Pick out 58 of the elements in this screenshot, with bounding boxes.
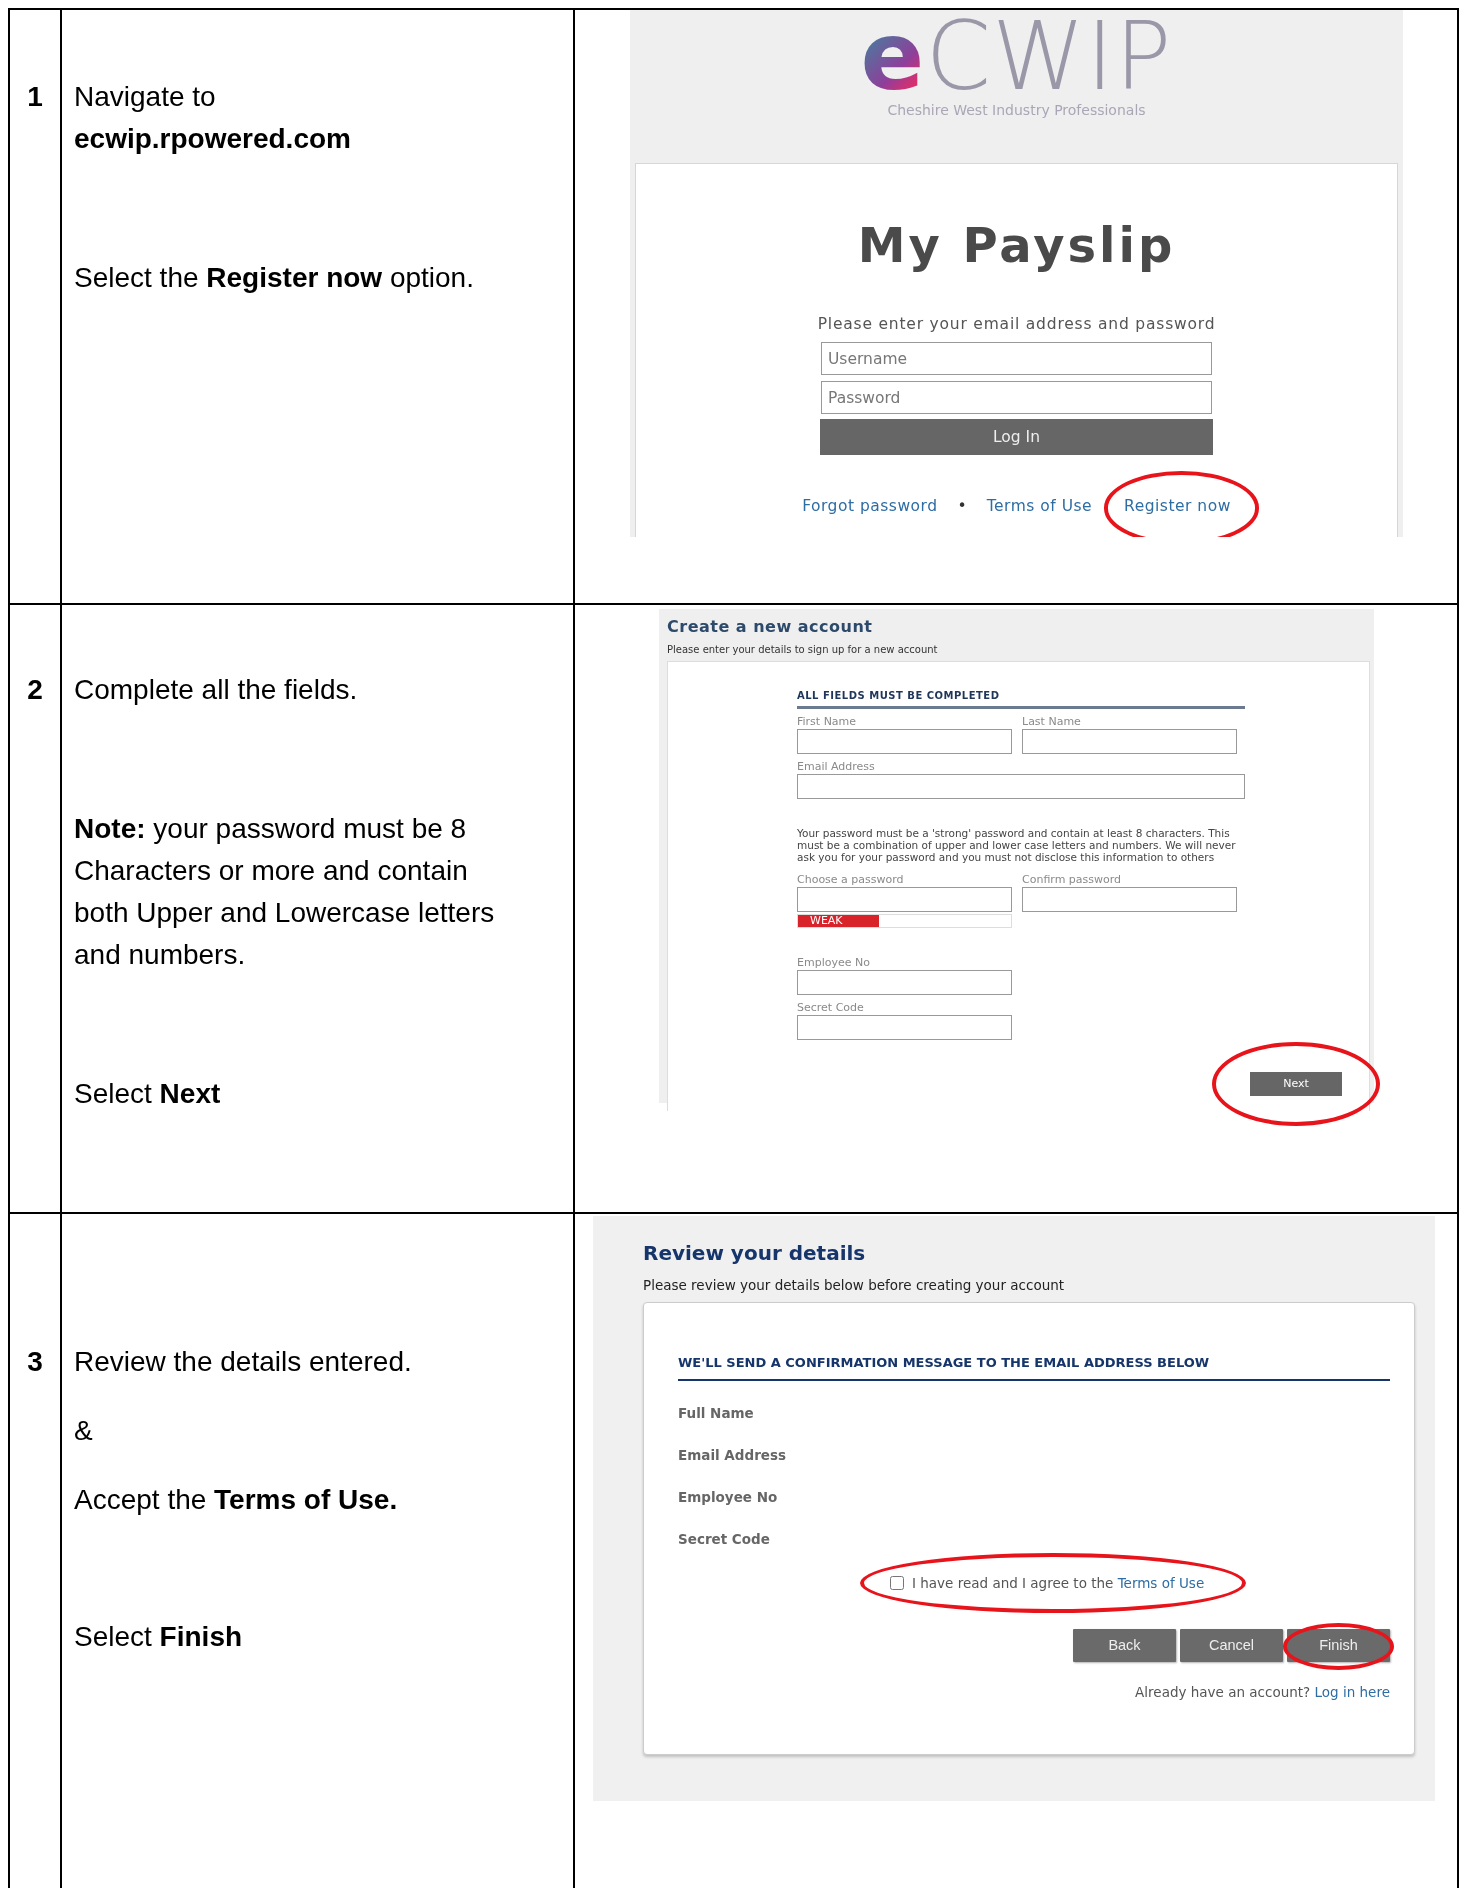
- page-title: Create a new account: [667, 616, 874, 638]
- action-button[interactable]: Finish: [1287, 1629, 1390, 1662]
- input-field[interactable]: [797, 1015, 1012, 1040]
- input-field[interactable]: [797, 729, 1012, 754]
- field-label: Email Address: [797, 760, 876, 774]
- login-link[interactable]: Log in here: [1314, 1684, 1390, 1700]
- detail-label: Employee No: [678, 1487, 779, 1507]
- subtitle: Please review your details below before creating your account: [643, 1276, 1066, 1295]
- action-button[interactable]: Back: [1073, 1629, 1176, 1662]
- logo: eCWIP: [860, 14, 1173, 100]
- section-heading: ALL FIELDS MUST BE COMPLETED: [797, 688, 1245, 709]
- instruction-text: &: [73, 1414, 94, 1448]
- input-field[interactable]: [1022, 729, 1237, 754]
- agreement-text: I have read and I agree to the Terms of Use: [912, 1573, 1205, 1593]
- next-button[interactable]: Next: [1250, 1072, 1342, 1096]
- field-label: First Name: [797, 715, 858, 729]
- field-label: Secret Code: [797, 1001, 865, 1015]
- step-number: 3: [26, 1345, 44, 1379]
- instruction-text: Complete all the fields.: [73, 673, 359, 707]
- login-prompt: Already have an account? Log in here: [1134, 1683, 1390, 1702]
- page-title: Review your details: [643, 1240, 867, 1267]
- login-button[interactable]: Log In: [820, 419, 1213, 456]
- input-field[interactable]: Password: [821, 381, 1212, 415]
- instruction-text: Please enter your email address and password: [817, 314, 1216, 335]
- instruction-text: Select the Register now option.: [73, 261, 475, 295]
- detail-label: Email Address: [678, 1445, 787, 1465]
- input-field[interactable]: Username: [821, 342, 1212, 376]
- input-field[interactable]: [1022, 887, 1237, 912]
- input-field[interactable]: [797, 774, 1245, 799]
- strength-fill: WEAK: [798, 915, 879, 927]
- input-field[interactable]: [797, 970, 1012, 995]
- instruction-text: Accept the Terms of Use.: [73, 1483, 399, 1517]
- link[interactable]: Terms of Use: [986, 497, 1093, 516]
- link[interactable]: Register now: [1124, 497, 1231, 516]
- instruction-text: Note: your password must be 8 Characters or more and contain both Upper and Lowercase letters and numbers.: [73, 812, 496, 972]
- logo-tagline: Cheshire West Industry Professionals: [887, 101, 1146, 120]
- field-label: Confirm password: [1022, 873, 1123, 887]
- instruction-text: Select Finish: [73, 1620, 244, 1654]
- section-heading: WE'LL SEND A CONFIRMATION MESSAGE TO THE EMAIL ADDRESS BELOW: [678, 1353, 1390, 1381]
- page-title: My Payslip: [857, 216, 1176, 275]
- detail-label: Secret Code: [678, 1529, 771, 1549]
- password-note: Your password must be a 'strong' password and contain at least 8 characters. This must be a combination of upper and lower case letters and numbers. We will never ask you for your password and you must not disclose this information to others: [797, 827, 1237, 863]
- instruction-text: Review the details entered.: [73, 1345, 413, 1379]
- instruction-text: Select Next: [73, 1077, 222, 1111]
- field-label: Last Name: [1022, 715, 1082, 729]
- field-label: Employee No: [797, 956, 871, 970]
- instruction-text: Navigate to ecwip.rpowered.com: [73, 80, 352, 156]
- step-number: 2: [26, 673, 44, 707]
- action-button[interactable]: Cancel: [1180, 1629, 1283, 1662]
- terms-link[interactable]: Terms of Use: [1117, 1574, 1205, 1591]
- link[interactable]: Forgot password: [802, 497, 938, 516]
- link-separator: •: [957, 496, 967, 518]
- checkbox[interactable]: [890, 1575, 904, 1590]
- field-label: Choose a password: [797, 873, 905, 887]
- input-field[interactable]: [797, 887, 1012, 912]
- step-number: 1: [26, 80, 44, 114]
- detail-label: Full Name: [678, 1403, 755, 1423]
- subtitle: Please enter your details to sign up for a new account: [667, 643, 939, 657]
